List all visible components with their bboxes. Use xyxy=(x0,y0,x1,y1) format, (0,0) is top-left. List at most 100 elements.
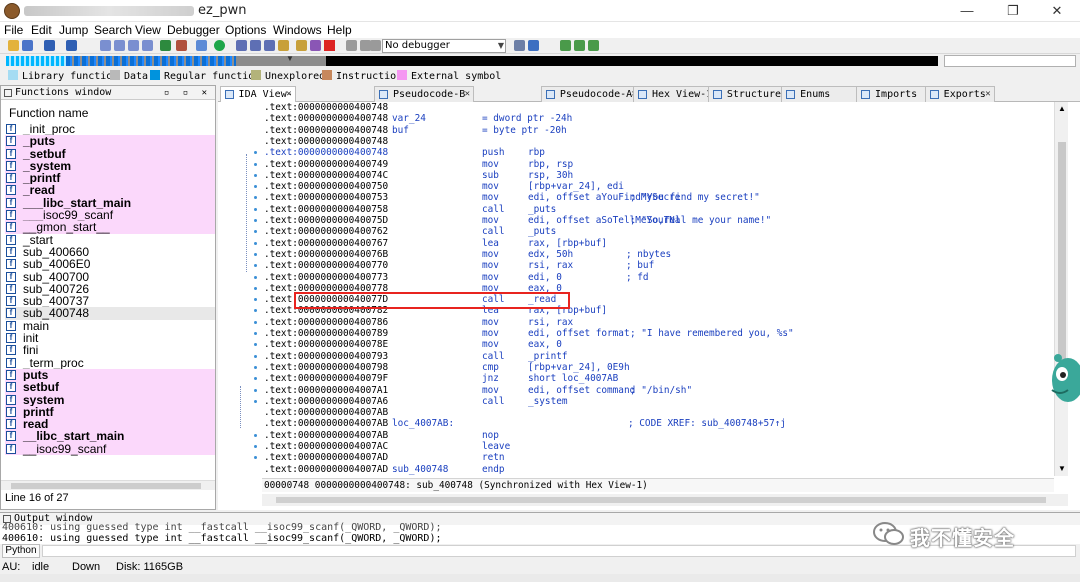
function-row[interactable]: f __gmon_start__ xyxy=(5,221,215,234)
menu-options[interactable]: Options xyxy=(225,22,266,38)
code-label: buf xyxy=(392,124,409,136)
data-icon[interactable] xyxy=(250,40,261,51)
binary-icon[interactable] xyxy=(100,40,111,51)
function-icon: f xyxy=(6,148,16,159)
function-row[interactable]: f __libc_start_main xyxy=(5,430,215,443)
tab-label: Pseudocode-B xyxy=(393,89,466,100)
save-icon[interactable] xyxy=(22,40,33,51)
code-dot-icon xyxy=(254,388,257,392)
minimize-button[interactable]: — xyxy=(944,0,990,22)
tab-pseudocode-b[interactable]: Pseudocode-B ✕ xyxy=(374,86,474,102)
graph-icon[interactable] xyxy=(196,40,207,51)
functions-hscrollbar[interactable] xyxy=(1,480,215,490)
array-icon[interactable] xyxy=(296,40,307,51)
code-mnemonic: = dword ptr -24h xyxy=(482,113,573,125)
code-address: .text:0000000000400753 xyxy=(264,192,389,204)
forward-icon[interactable] xyxy=(66,40,77,51)
function-row[interactable]: f system xyxy=(5,393,215,406)
code-icon[interactable] xyxy=(236,40,247,51)
close-icon[interactable]: ✕ xyxy=(985,87,990,102)
watermark-text: 我不懂安全 xyxy=(910,526,1015,550)
step-icon[interactable] xyxy=(514,40,525,51)
find-icon[interactable] xyxy=(128,40,139,51)
menu-help[interactable]: Help xyxy=(327,22,352,38)
window-controls[interactable]: ▫ ▫ ✕ xyxy=(164,86,211,100)
function-row[interactable]: f sub_4006E0 xyxy=(5,258,215,271)
code-label: sub_400748 xyxy=(392,463,449,475)
open-icon[interactable] xyxy=(8,40,19,51)
menu-debugger[interactable]: Debugger xyxy=(167,22,220,38)
menu-search[interactable]: Search xyxy=(94,22,132,38)
text-search-icon[interactable] xyxy=(114,40,125,51)
xref-icon[interactable] xyxy=(310,40,321,51)
breakpoint-icon[interactable] xyxy=(560,40,571,51)
scroll-thumb[interactable] xyxy=(276,497,1046,503)
disassembly[interactable]: .text:0000000000400748 .text:000000000040… xyxy=(264,102,1054,476)
delete-icon[interactable] xyxy=(324,40,335,51)
code-hscrollbar[interactable] xyxy=(262,494,1068,506)
close-button[interactable]: ✕ xyxy=(1034,0,1080,22)
tab-exports[interactable]: Exports ✕ xyxy=(924,86,995,102)
run-icon[interactable] xyxy=(214,40,225,51)
stop-icon[interactable] xyxy=(176,40,187,51)
scroll-thumb[interactable] xyxy=(1058,142,1066,362)
close-icon[interactable]: ✕ xyxy=(465,87,470,102)
close-icon[interactable]: ✕ xyxy=(286,87,291,102)
tab-enums[interactable]: Enums✕ xyxy=(781,86,868,102)
code-address: .text:00000000004007AB xyxy=(264,407,389,419)
scroll-up-icon[interactable]: ▲ xyxy=(1058,104,1066,113)
tab-ida-view-a[interactable]: IDA View-A✕ xyxy=(219,86,296,115)
function-row[interactable]: f __isoc99_scanf xyxy=(5,442,215,455)
python-button[interactable]: Python xyxy=(2,544,40,558)
menu-edit[interactable]: Edit xyxy=(31,22,52,38)
code-dot-icon xyxy=(254,399,257,403)
tab-imports[interactable]: Imports✕ xyxy=(856,86,935,102)
watch-icon[interactable] xyxy=(588,40,599,51)
function-row[interactable]: f sub_400748 xyxy=(5,307,215,320)
code-operand: rax, [rbp+buf] xyxy=(528,237,608,249)
legend-regular: Regular function xyxy=(150,70,260,82)
nav-combo[interactable] xyxy=(944,55,1076,67)
function-row[interactable]: f setbuf xyxy=(5,381,215,394)
code-address: .text:0000000000400789 xyxy=(264,328,389,339)
play-icon[interactable] xyxy=(346,40,357,51)
next-icon[interactable] xyxy=(142,40,153,51)
scroll-down-icon[interactable]: ▼ xyxy=(1058,464,1066,473)
code-operand: rbp xyxy=(528,147,545,159)
au-state: idle xyxy=(32,561,50,573)
code-dot-icon xyxy=(254,219,257,222)
legend-swatch xyxy=(150,70,160,80)
menu-view[interactable]: View xyxy=(135,22,161,38)
struct-icon[interactable] xyxy=(278,40,289,51)
tab-structures[interactable]: Structures✕ xyxy=(707,86,792,102)
tab-icon xyxy=(712,90,722,99)
code-dot-icon xyxy=(254,298,257,302)
function-row[interactable]: f sub_400700 xyxy=(5,270,215,283)
navigation-band[interactable] xyxy=(6,56,938,66)
step-over-icon[interactable] xyxy=(528,40,539,51)
string-icon[interactable] xyxy=(264,40,275,51)
function-row[interactable]: f _puts xyxy=(5,135,215,148)
tab-label: Imports xyxy=(875,89,918,100)
menu-jump[interactable]: Jump xyxy=(59,22,88,38)
tab-pseudocode-a[interactable]: Pseudocode-A✕ xyxy=(540,86,641,102)
back-icon[interactable] xyxy=(44,40,55,51)
legend-library: Library function xyxy=(8,70,118,82)
debugger-select[interactable]: No debugger ▼ xyxy=(382,39,506,53)
menu-file[interactable]: File xyxy=(4,22,23,38)
stop-debug-icon[interactable] xyxy=(370,40,381,51)
menu-windows[interactable]: Windows xyxy=(273,22,322,38)
code-vscrollbar[interactable]: ▲ ▼ xyxy=(1054,102,1068,476)
function-row[interactable]: f _read xyxy=(5,184,215,197)
code-dot-icon xyxy=(254,230,257,234)
down-arrow-icon[interactable] xyxy=(160,40,171,51)
ida-view-a[interactable]: .text:0000000000400748 .text:000000000040… xyxy=(218,102,1080,510)
tab-hex-view-1[interactable]: Hex View-1✕ xyxy=(632,86,719,102)
scroll-thumb[interactable] xyxy=(11,483,201,489)
function-list: f _init_proc f _puts f _setbuf f _system f _print… xyxy=(5,123,215,455)
function-row[interactable]: f fini xyxy=(5,344,215,357)
trace-icon[interactable] xyxy=(574,40,585,51)
blurred-path xyxy=(24,6,194,16)
restore-button[interactable]: ❐ xyxy=(990,0,1036,22)
function-name-column[interactable]: Function name xyxy=(1,105,215,122)
